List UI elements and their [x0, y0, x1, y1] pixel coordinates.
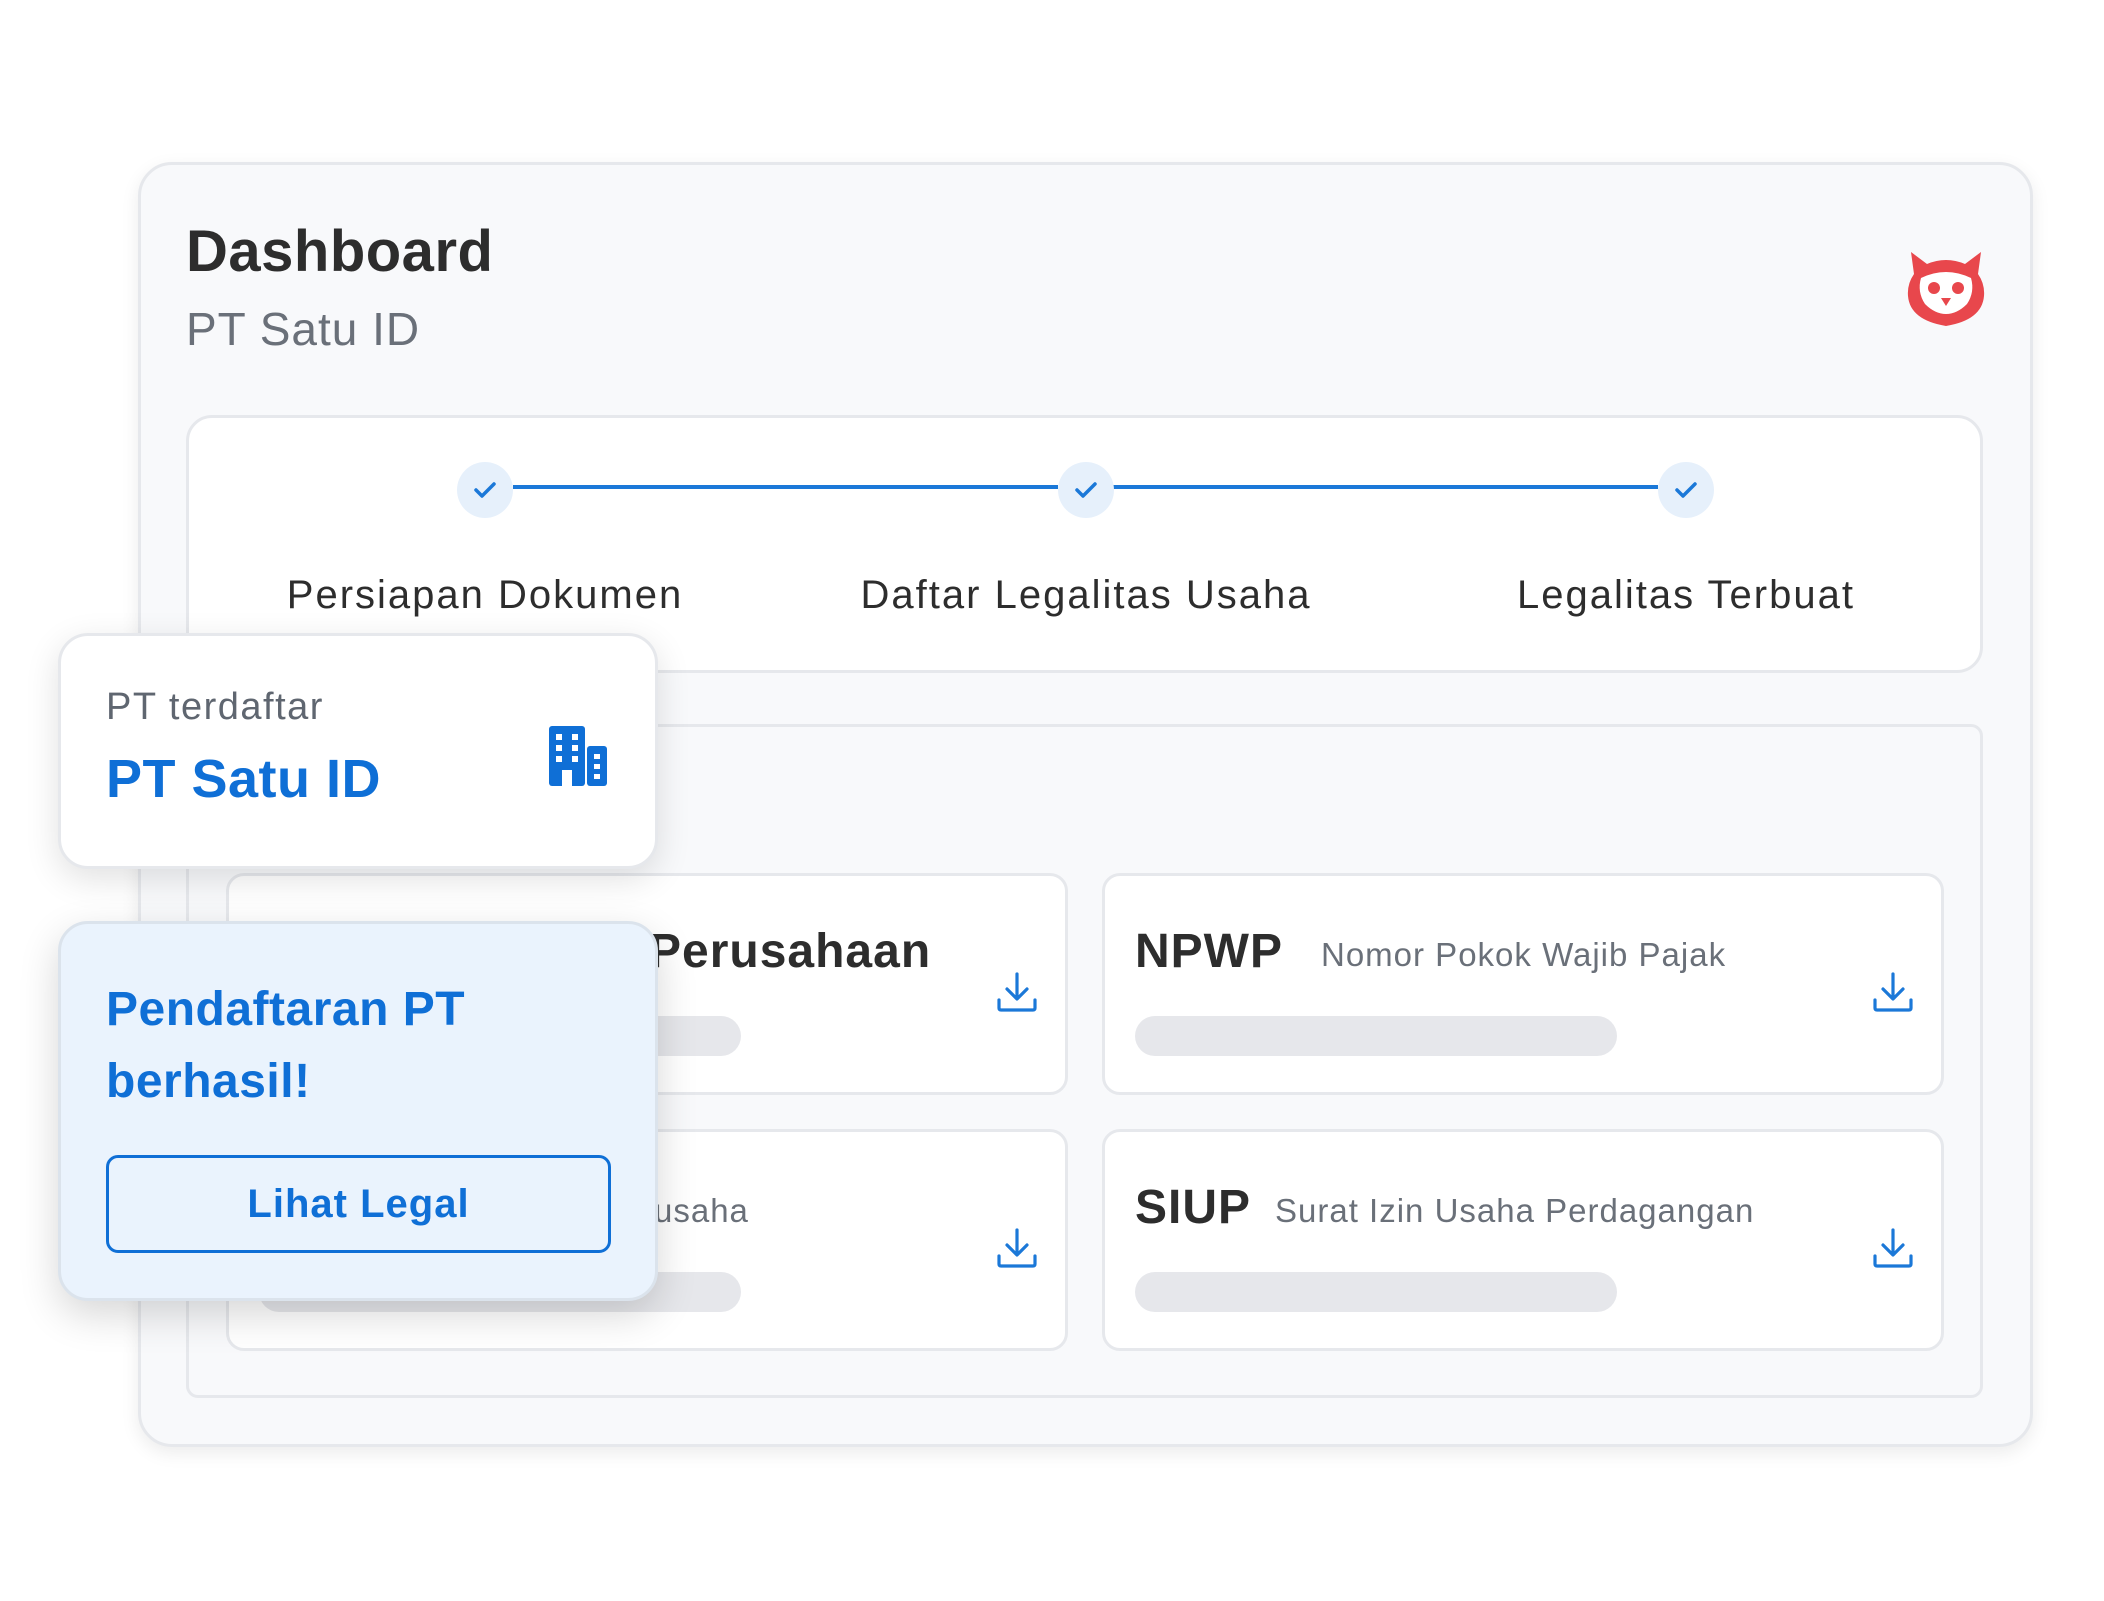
step-2-check [1058, 462, 1114, 518]
company-name: PT Satu ID [186, 303, 421, 355]
step-3-check [1658, 462, 1714, 518]
document-title: NPWP [1135, 925, 1283, 978]
owl-logo-icon [1907, 252, 1985, 326]
check-icon [1675, 482, 1697, 498]
document-description: Nomor Pokok Wajib Pajak [1321, 936, 1727, 973]
step-connector [1113, 485, 1658, 489]
success-message: Pendaftaran PT berhasil! [106, 983, 466, 1108]
page-title: Dashboard [186, 219, 494, 284]
view-legal-button[interactable]: Lihat Legal [106, 1155, 611, 1253]
building-icon [549, 726, 607, 786]
document-title: Perusahaan [649, 925, 932, 978]
check-icon [1075, 482, 1097, 498]
step-connector [513, 485, 1058, 489]
check-icon [474, 482, 496, 498]
download-icon[interactable] [993, 1224, 1041, 1272]
step-1-label: Persiapan Dokumen [286, 573, 684, 617]
registered-company-card: PT terdaftar PT Satu ID [58, 633, 658, 869]
step-1-check [457, 462, 513, 518]
registration-success-card: Pendaftaran PT berhasil! Lihat Legal [58, 921, 658, 1301]
download-icon[interactable] [993, 968, 1041, 1016]
step-2-label: Daftar Legalitas Usaha [860, 573, 1312, 617]
document-card-siup: SIUP Surat Izin Usaha Perdagangan [1102, 1129, 1944, 1351]
skeleton-bar [1135, 1272, 1617, 1312]
document-description: usaha [654, 1192, 749, 1229]
skeleton-bar [1135, 1016, 1617, 1056]
registered-label: PT terdaftar [106, 686, 324, 728]
document-card-npwp: NPWP Nomor Pokok Wajib Pajak [1102, 873, 1944, 1095]
document-description: Surat Izin Usaha Perdagangan [1275, 1192, 1755, 1229]
document-title: SIUP [1135, 1181, 1252, 1234]
download-icon[interactable] [1869, 968, 1917, 1016]
download-icon[interactable] [1869, 1224, 1917, 1272]
registered-company-name: PT Satu ID [106, 749, 382, 809]
step-3-label: Legalitas Terbuat [1517, 573, 1855, 617]
